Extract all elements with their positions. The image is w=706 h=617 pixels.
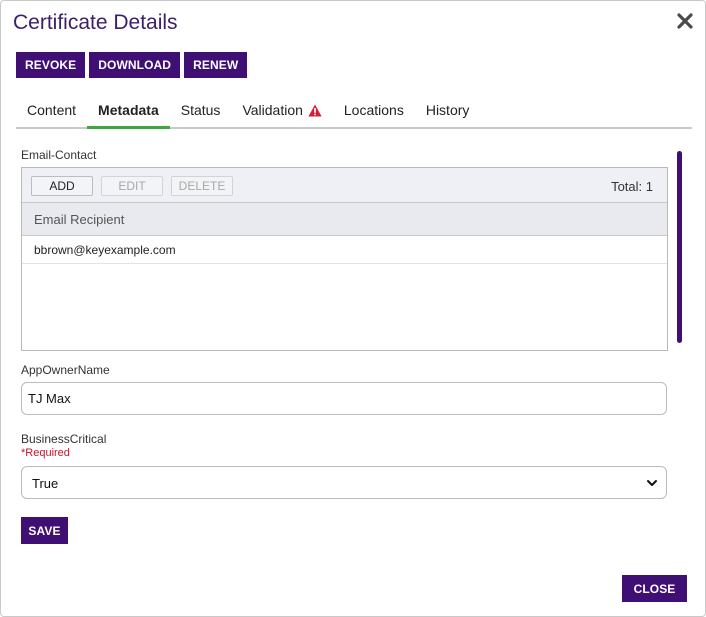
tab-label: Status (180, 102, 221, 118)
tab-label: Validation (242, 102, 303, 118)
action-toolbar: REVOKE DOWNLOAD RENEW (16, 52, 248, 78)
tab-content[interactable]: Content (16, 93, 87, 127)
close-button[interactable]: CLOSE (622, 575, 687, 602)
add-button[interactable]: ADD (31, 176, 93, 196)
tab-bar: Content Metadata Status Validation Locat… (16, 93, 692, 129)
delete-button[interactable]: DELETE (171, 176, 233, 196)
tab-label: Metadata (98, 101, 159, 118)
business-critical-label: BusinessCritical (21, 432, 107, 446)
download-button[interactable]: DOWNLOAD (89, 52, 181, 78)
app-owner-name-input[interactable] (21, 382, 667, 415)
close-icon[interactable] (673, 9, 697, 33)
email-cell: bbrown@keyexample.com (34, 242, 176, 257)
column-header-email-recipient[interactable]: Email Recipient (22, 203, 667, 236)
required-indicator: *Required (21, 447, 70, 459)
save-button[interactable]: SAVE (21, 517, 68, 544)
select-value: True (32, 476, 59, 491)
tab-label: History (425, 102, 470, 118)
tab-label: Locations (343, 102, 404, 118)
tab-status[interactable]: Status (170, 93, 232, 127)
email-contact-grid: ADD EDIT DELETE Total: 1 Email Recipient… (21, 167, 668, 351)
warning-icon (308, 104, 322, 116)
grid-toolbar: ADD EDIT DELETE Total: 1 (22, 168, 667, 203)
tab-locations[interactable]: Locations (333, 93, 415, 127)
chevron-down-icon (647, 480, 657, 486)
tab-validation[interactable]: Validation (231, 93, 332, 127)
edit-button[interactable]: EDIT (101, 176, 163, 196)
tab-label: Content (27, 102, 77, 118)
renew-button[interactable]: RENEW (184, 52, 248, 78)
business-critical-select[interactable]: True (21, 466, 667, 499)
app-owner-name-label: AppOwnerName (21, 363, 110, 377)
dialog-title: Certificate Details (13, 11, 178, 34)
tab-history[interactable]: History (415, 93, 481, 127)
table-row[interactable]: bbrown@keyexample.com (22, 236, 667, 264)
tab-metadata[interactable]: Metadata (87, 93, 170, 129)
email-contact-label: Email-Contact (21, 148, 97, 162)
certificate-details-dialog: Certificate Details REVOKE DOWNLOAD RENE… (0, 0, 706, 617)
grid-total: Total: 1 (611, 179, 653, 194)
revoke-button[interactable]: REVOKE (16, 52, 86, 78)
scrollbar-thumb[interactable] (677, 151, 682, 343)
